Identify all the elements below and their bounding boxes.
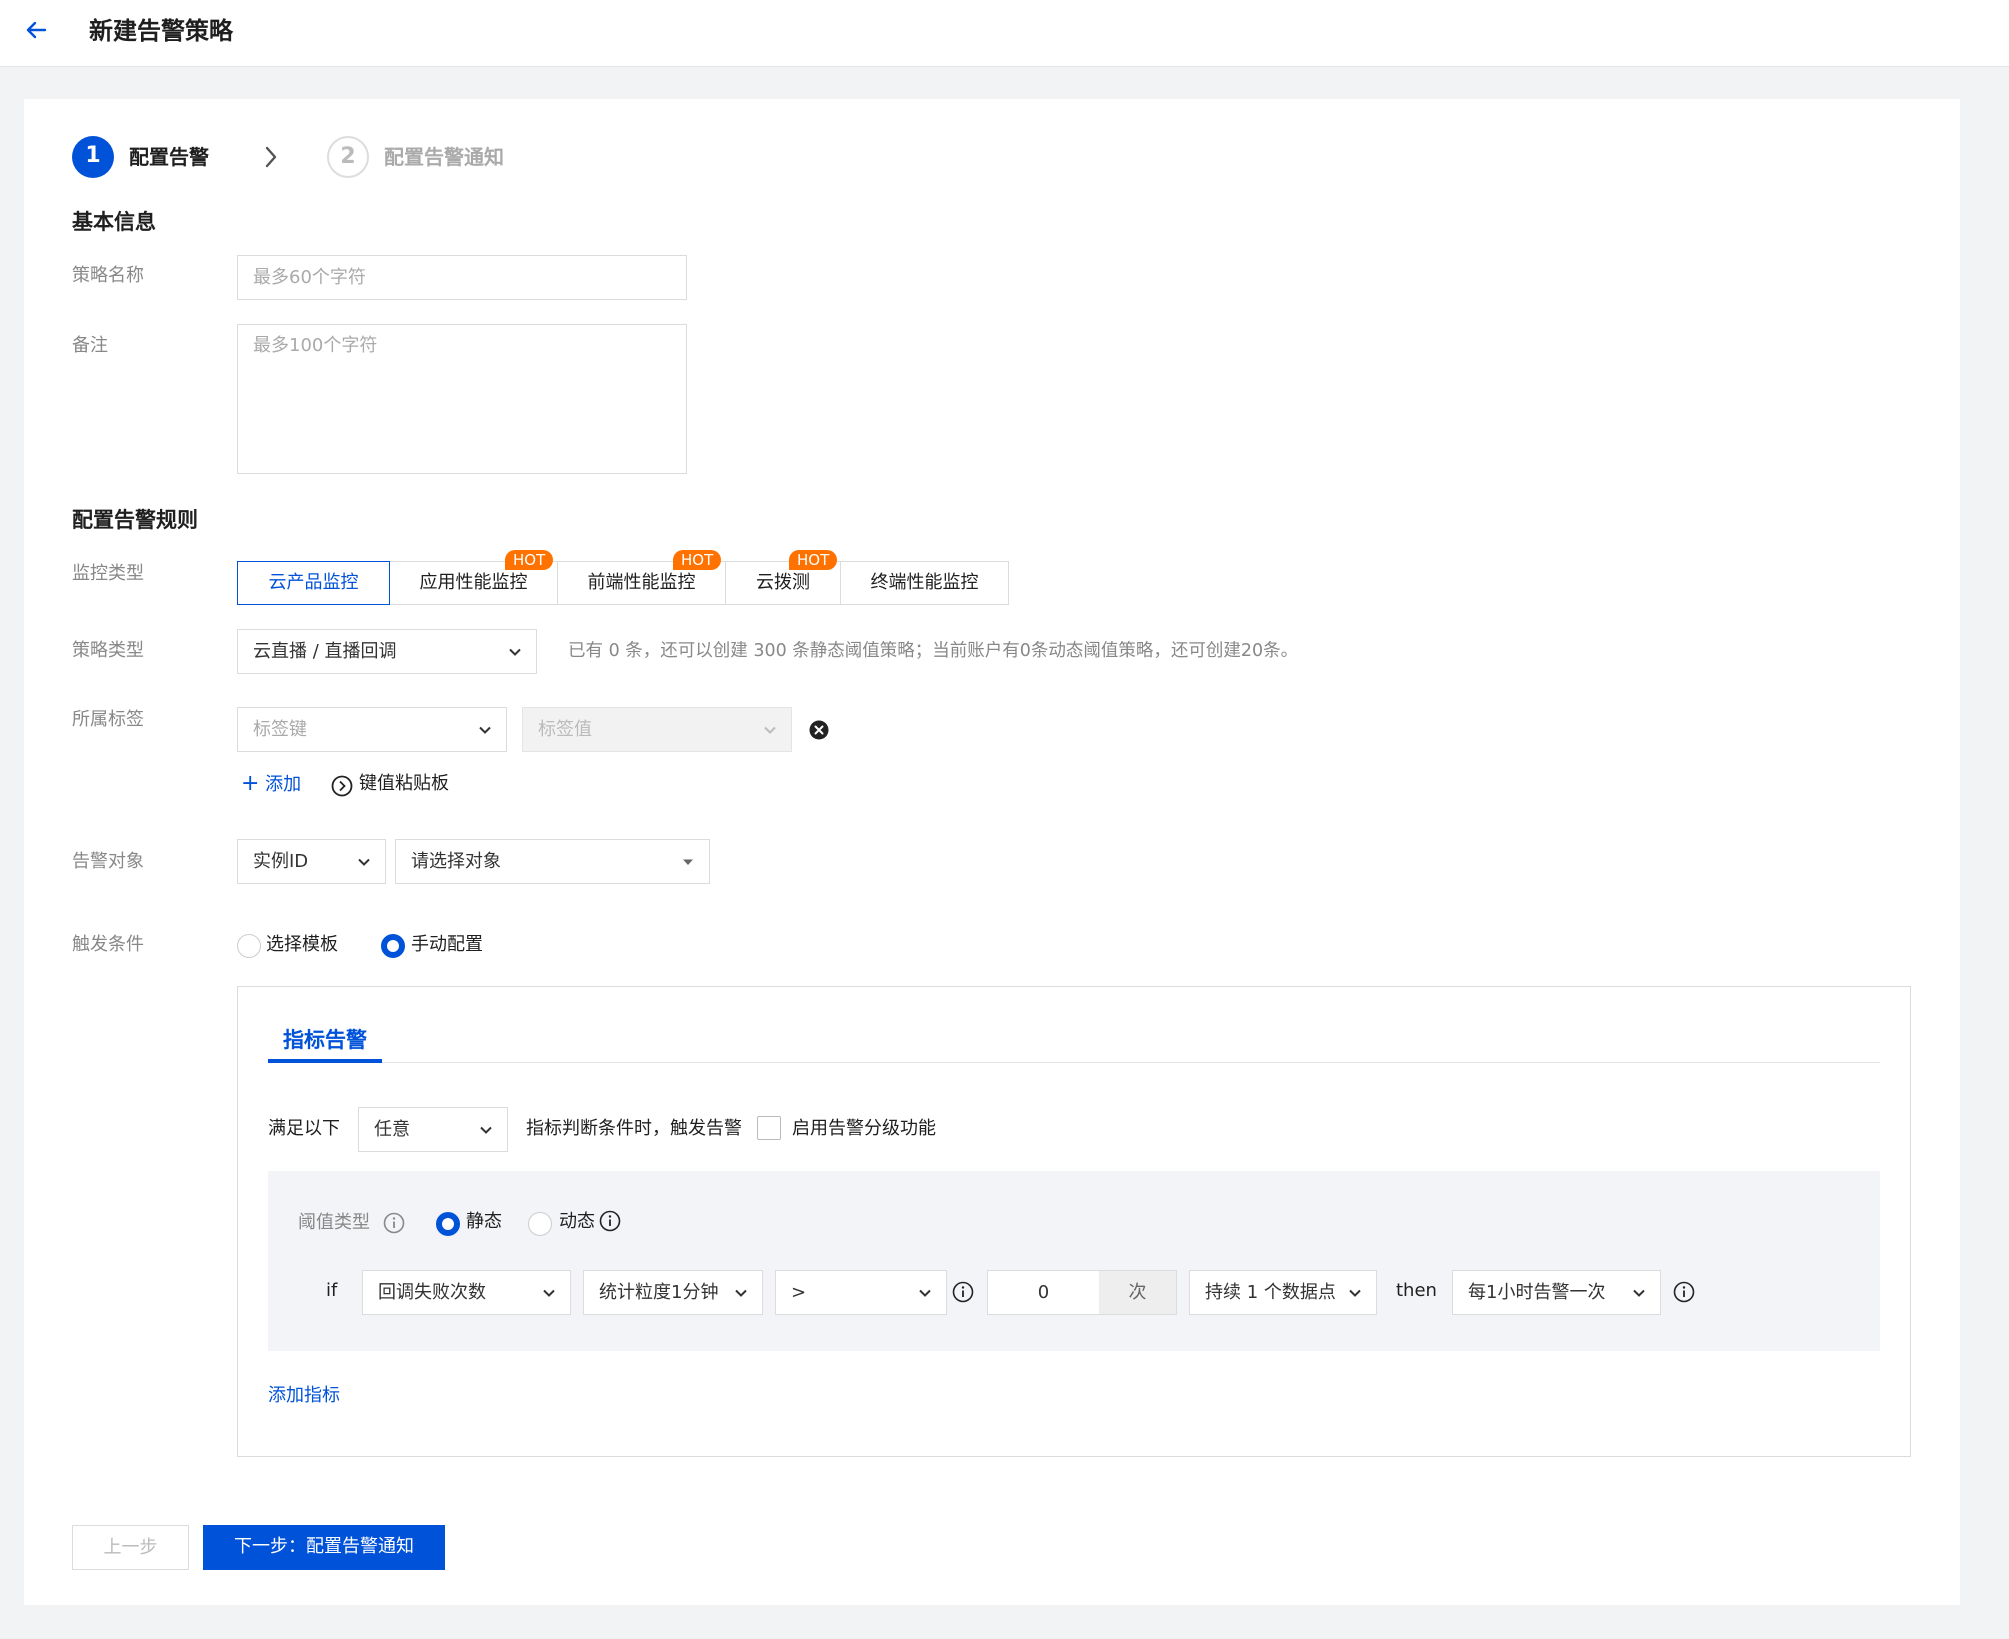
target-type-value: 实例ID [253,851,309,872]
remark-textarea[interactable]: 最多100个字符 [237,324,687,474]
info-icon[interactable] [952,1281,974,1303]
next-step-button[interactable]: 下一步：配置告警通知 [203,1525,445,1570]
trigger-condition-label: 触发条件 [72,934,144,955]
add-tag-button[interactable]: + 添加 [241,771,301,798]
manual-config-radio-label: 手动配置 [411,934,483,955]
policy-quota-hint: 已有 0 条，还可以创建 300 条静态阈值策略；当前账户有0条动态阈值策略，还… [568,641,1299,661]
rule-config-area [268,1171,1880,1351]
step-1-label: 配置告警 [129,145,209,169]
policy-type-label: 策略类型 [72,640,144,661]
policy-type-select[interactable]: 云直播 / 直播回调 [237,629,537,674]
tag-value-select: 标签值 [522,707,792,752]
remark-label: 备注 [72,335,108,356]
arrow-left-icon[interactable] [20,14,52,46]
target-object-select[interactable]: 请选择对象 [395,839,710,884]
chevron-down-icon [1349,1289,1361,1297]
chevron-down-icon [1633,1289,1645,1297]
chevron-circle-icon[interactable] [331,775,353,797]
granularity-select[interactable]: 统计粒度1分钟 [583,1270,763,1315]
metric-select[interactable]: 回调失败次数 [362,1270,571,1315]
caret-down-icon [683,859,693,865]
add-metric-link[interactable]: 添加指标 [268,1383,340,1409]
dynamic-threshold-label: 动态 [559,1211,595,1232]
static-threshold-radio[interactable] [436,1212,460,1236]
tag-label: 所属标签 [72,709,144,730]
clipboard-button[interactable]: 键值粘贴板 [359,771,449,797]
satisfy-condition-select[interactable]: 任意 [358,1107,508,1152]
template-radio[interactable] [237,934,261,958]
alarm-rules-title: 配置告警规则 [72,508,198,532]
tab-divider [268,1062,1880,1063]
chevron-down-icon [480,1126,492,1134]
page-title: 新建告警策略 [89,17,233,45]
basic-info-title: 基本信息 [72,210,156,234]
operator-select[interactable]: > [775,1270,947,1315]
tag-key-select[interactable]: 标签键 [237,707,507,752]
tab-active-indicator [268,1059,382,1063]
policy-name-input[interactable]: 最多60个字符 [237,255,687,300]
chevron-down-icon [919,1289,931,1297]
manual-config-radio[interactable] [381,934,405,958]
info-icon[interactable] [599,1210,621,1232]
template-radio-label: 选择模板 [266,934,338,955]
policy-name-label: 策略名称 [72,265,144,286]
if-label: if [326,1280,338,1301]
target-object-placeholder: 请选择对象 [411,851,501,872]
satisfy-suffix: 指标判断条件时，触发告警 [526,1118,742,1139]
duration-select[interactable]: 持续 1 个数据点 [1189,1270,1377,1315]
step-2-number: 2 [327,136,369,178]
plus-icon: + [241,771,260,796]
duration-value: 持续 1 个数据点 [1205,1282,1336,1303]
tab-metric-alarm[interactable]: 指标告警 [283,1025,367,1055]
add-tag-label: 添加 [265,774,302,795]
hot-badge: HOT [673,550,722,570]
alarm-frequency-value: 每1小时告警一次 [1468,1282,1606,1303]
dynamic-threshold-radio[interactable] [528,1212,552,1236]
chevron-down-icon [735,1289,747,1297]
static-threshold-label: 静态 [466,1211,502,1232]
chevron-down-icon [358,858,370,866]
hot-badge: HOT [789,550,838,570]
hot-badge: HOT [505,550,554,570]
chevron-down-icon [543,1289,555,1297]
chevron-down-icon [479,726,491,734]
alarm-target-label: 告警对象 [72,851,144,872]
operator-value: > [791,1282,807,1303]
alarm-frequency-select[interactable]: 每1小时告警一次 [1452,1270,1661,1315]
monitor-type-terminal[interactable]: 终端性能监控 [840,561,1009,605]
chevron-down-icon [509,648,521,656]
prev-step-button: 上一步 [72,1525,189,1570]
top-bar [0,0,2009,67]
satisfy-condition-value: 任意 [374,1119,410,1140]
tag-value-placeholder: 标签值 [538,719,592,740]
chevron-down-icon [764,726,776,734]
grading-checkbox[interactable] [757,1116,781,1140]
tag-key-placeholder: 标签键 [253,719,307,740]
monitor-type-cloud-product[interactable]: 云产品监控 [237,561,390,605]
metric-value: 回调失败次数 [378,1282,486,1303]
info-icon[interactable] [1673,1281,1695,1303]
chevron-right-icon [265,146,277,168]
granularity-value: 统计粒度1分钟 [599,1282,719,1303]
monitor-type-label: 监控类型 [72,563,144,584]
close-circle-icon[interactable] [809,720,829,740]
threshold-type-label: 阈值类型 [298,1212,370,1233]
then-label: then [1396,1280,1437,1301]
policy-type-value: 云直播 / 直播回调 [253,641,397,662]
grading-checkbox-label: 启用告警分级功能 [792,1118,936,1139]
info-icon[interactable] [383,1212,405,1234]
threshold-unit: 次 [1099,1270,1177,1315]
threshold-value-input[interactable]: 0 [987,1270,1100,1315]
step-1-number: 1 [72,136,114,178]
satisfy-prefix: 满足以下 [268,1118,340,1139]
target-type-select[interactable]: 实例ID [237,839,386,884]
step-2-label: 配置告警通知 [384,145,504,169]
